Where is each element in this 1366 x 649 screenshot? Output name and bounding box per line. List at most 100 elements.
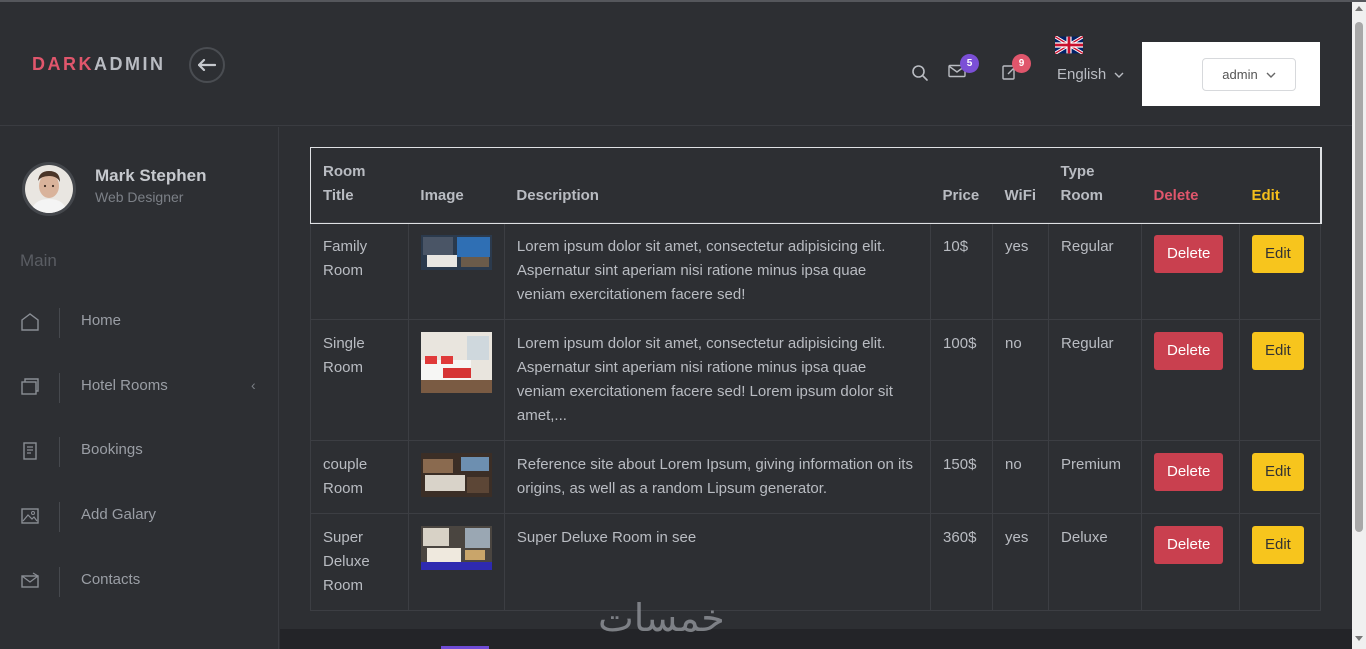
delete-button[interactable]: Delete: [1153, 332, 1224, 370]
sidebar-item-bookings[interactable]: Bookings: [0, 433, 279, 473]
search-button[interactable]: [911, 64, 929, 87]
sidebar-item-label: Home: [81, 312, 122, 329]
sidebar-item-hotel-rooms[interactable]: Hotel Rooms ‹: [0, 369, 279, 409]
room-description-cell: Reference site about Lorem Ipsum, giving…: [503, 440, 932, 514]
room-description-cell: Lorem ipsum dolor sit amet, consectetur …: [503, 319, 932, 441]
column-header-type-room: Type Room: [1048, 147, 1142, 223]
edit-cell: Edit: [1238, 513, 1322, 611]
edit-button[interactable]: Edit: [1251, 526, 1304, 564]
delete-cell: Delete: [1140, 222, 1240, 320]
room-wifi-cell: yes: [992, 222, 1050, 320]
column-header-delete: Delete: [1141, 147, 1240, 223]
sidebar-toggle-button[interactable]: [189, 47, 225, 83]
user-menu-label: admin: [1222, 67, 1258, 82]
edit-cell: Edit: [1238, 222, 1322, 320]
room-price-cell: 10$: [930, 222, 994, 320]
room-type-cell: Premium: [1048, 440, 1142, 514]
scroll-up-arrow-icon[interactable]: [1355, 6, 1363, 11]
nav-separator: [59, 567, 60, 597]
brand-part-2: ADMIN: [94, 54, 166, 74]
avatar[interactable]: [22, 162, 76, 216]
column-header-room-title: Room Title: [310, 147, 409, 223]
rooms-table: Room Title Image Description Price WiFi T…: [309, 146, 1322, 611]
nav-section-label: Main: [20, 251, 57, 270]
edit-button[interactable]: Edit: [1251, 235, 1304, 273]
delete-button[interactable]: Delete: [1153, 235, 1224, 273]
uk-flag-icon: [1054, 35, 1084, 55]
room-type-cell: Deluxe: [1048, 513, 1142, 611]
language-name: English: [1057, 66, 1107, 83]
room-image-cell: [407, 319, 505, 441]
room-image-cell: [407, 222, 505, 320]
room-price-cell: 360$: [930, 513, 994, 611]
room-wifi-cell: no: [992, 319, 1050, 441]
user-menu-button[interactable]: admin: [1202, 58, 1296, 91]
nav-separator: [59, 308, 60, 338]
user-photo-icon: [25, 165, 73, 213]
notifications-count-badge: 9: [1012, 54, 1031, 73]
search-icon: [912, 65, 928, 81]
sidebar-item-add-galary[interactable]: Add Galary: [0, 498, 279, 538]
table-row: Super Deluxe Room Super Deluxe Room in s…: [310, 513, 1322, 611]
room-title-cell: couple Room: [310, 440, 409, 514]
page-scrollbar[interactable]: [1352, 2, 1366, 649]
user-role: Web Designer: [95, 189, 184, 205]
edit-cell: Edit: [1238, 440, 1322, 514]
sidebar-item-label: Hotel Rooms: [81, 377, 168, 394]
top-header: DARKADMIN 5 9 English admin: [0, 2, 1352, 126]
nav-separator: [59, 373, 60, 403]
language-label: English: [1057, 66, 1124, 83]
table-header-row: Room Title Image Description Price WiFi T…: [309, 146, 1322, 224]
watermark-logo: خمسات: [598, 596, 725, 640]
room-price-cell: 100$: [930, 319, 994, 441]
header-text: Type: [1060, 163, 1095, 180]
column-header-wifi: WiFi: [992, 147, 1049, 223]
column-header-price: Price: [930, 147, 993, 223]
brand-logo[interactable]: DARKADMIN: [32, 54, 166, 75]
notifications-button[interactable]: 9: [1002, 54, 1031, 85]
room-title-cell: Family Room: [310, 222, 409, 320]
sidebar-item-contacts[interactable]: Contacts: [0, 563, 279, 603]
room-wifi-cell: yes: [992, 513, 1050, 611]
user-name: Mark Stephen: [95, 166, 207, 185]
room-photo-image: [420, 332, 492, 393]
delete-cell: Delete: [1140, 513, 1240, 611]
delete-cell: Delete: [1140, 440, 1240, 514]
column-header-description: Description: [504, 147, 931, 223]
gallery-icon: [21, 508, 39, 524]
scroll-down-arrow-icon[interactable]: [1355, 636, 1363, 641]
chevron-left-icon: ‹: [251, 377, 256, 393]
sidebar-item-home[interactable]: Home: [0, 304, 279, 344]
language-selector[interactable]: English: [1054, 35, 1124, 83]
messages-button[interactable]: 5: [948, 54, 979, 83]
table-row: Single Room Lorem ipsum dolor sit amet, …: [310, 319, 1322, 441]
nav-separator: [59, 502, 60, 532]
column-header-edit: Edit: [1239, 147, 1322, 223]
scrollbar-thumb[interactable]: [1355, 22, 1363, 532]
room-type-cell: Regular: [1048, 319, 1142, 441]
header-text: Room: [323, 163, 366, 180]
sidebar-item-label: Add Galary: [81, 506, 157, 523]
room-wifi-cell: no: [992, 440, 1050, 514]
delete-button[interactable]: Delete: [1153, 526, 1224, 564]
sidebar: Mark Stephen Web Designer Main Home Hote…: [0, 127, 279, 649]
edit-cell: Edit: [1238, 319, 1322, 441]
edit-button[interactable]: Edit: [1251, 332, 1304, 370]
delete-cell: Delete: [1140, 319, 1240, 441]
header-text: Title: [323, 187, 354, 204]
header-text: Room: [1060, 187, 1104, 204]
delete-button[interactable]: Delete: [1153, 453, 1224, 491]
room-description-cell: Lorem ipsum dolor sit amet, consectetur …: [503, 222, 932, 320]
brand-part-1: DARK: [32, 54, 94, 74]
sidebar-item-label: Contacts: [81, 571, 141, 588]
room-photo-image: [420, 526, 492, 570]
arrow-left-icon: [198, 59, 216, 71]
edit-button[interactable]: Edit: [1251, 453, 1304, 491]
room-price-cell: 150$: [930, 440, 994, 514]
nav-separator: [59, 437, 60, 467]
room-title-cell: Super Deluxe Room: [310, 513, 409, 611]
chevron-down-icon: [1114, 72, 1124, 79]
room-photo-image: [420, 235, 492, 270]
table-row: Family Room Lorem ipsum dolor sit amet, …: [310, 222, 1322, 320]
contacts-icon: [21, 572, 39, 588]
